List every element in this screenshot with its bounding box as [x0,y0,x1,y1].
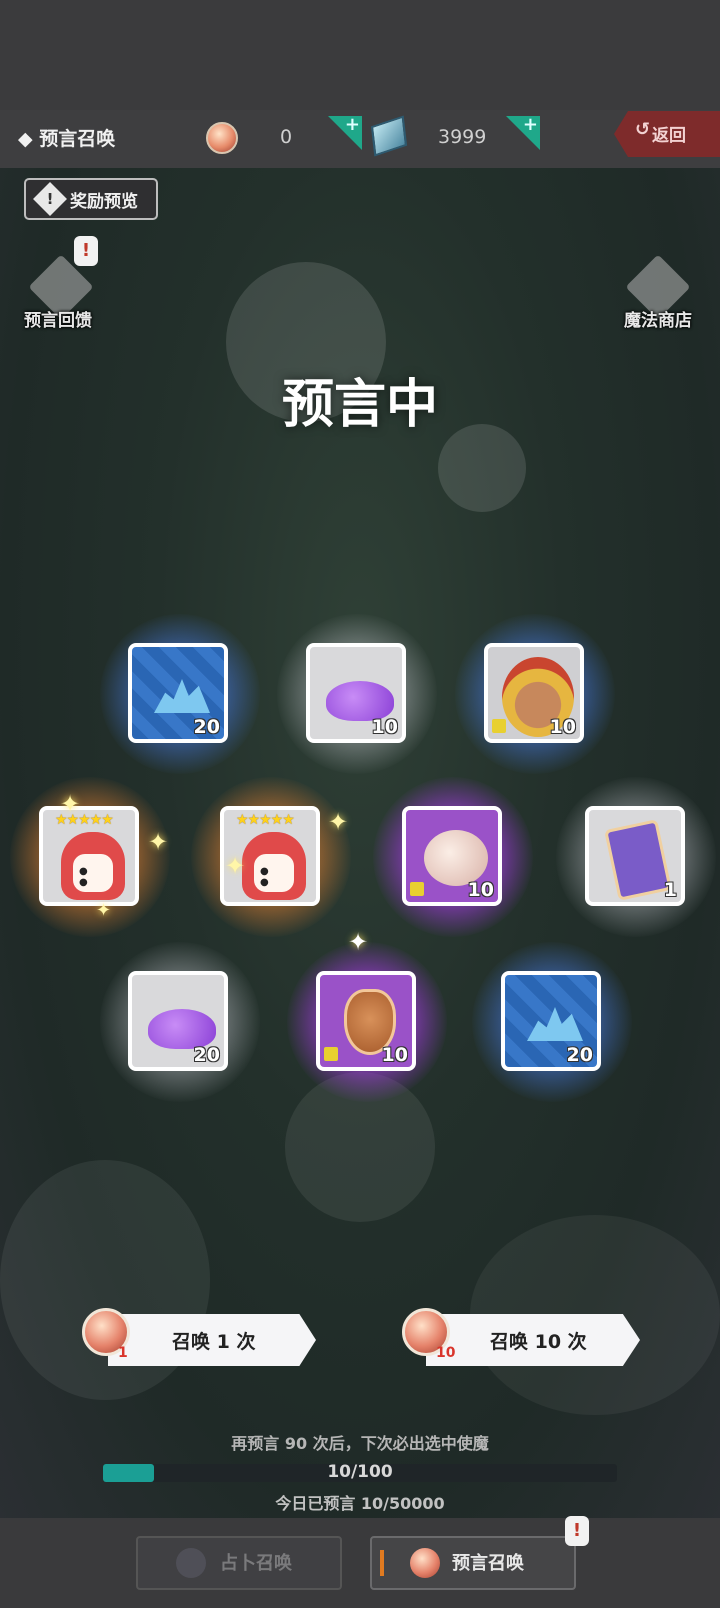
ice-crystal-icon [527,1007,583,1041]
sparkle-icon: ✦ [348,928,369,956]
magic-card-icon [604,819,672,901]
orb-count: 0 [280,126,293,148]
item-count: 10 [549,716,576,738]
tab-alert-badge: ! [565,1516,589,1546]
alert-diamond-icon: ! [33,182,67,216]
item-count: 20 [193,716,220,738]
character-portrait-icon: ● ● [61,832,125,900]
item-count: 10 [371,716,398,738]
reward-item-crystal[interactable]: 20 [501,971,601,1071]
active-tab-marker [380,1550,384,1576]
character-portrait-icon: ● ● [242,832,306,900]
divination-orb-icon [176,1548,206,1578]
status-title: 预言中 [281,375,438,435]
reward-item-character[interactable]: ● ● ★★★★★ [39,806,139,906]
pity-progress-text: 10/100 [327,1462,393,1482]
feedback-alert-badge: ! [74,236,98,266]
reward-item-dust[interactable]: 20 [128,971,228,1071]
reward-item-crystal[interactable]: 20 [128,643,228,743]
reward-item-hero[interactable]: 10 [484,643,584,743]
crystal-orb-icon [206,122,238,154]
summon-once-cost: 1 [118,1345,128,1361]
reward-item-egg[interactable]: 10 [402,806,502,906]
summon-once-label: 召唤 1 次 [172,1331,256,1353]
bottom-nav [0,1518,720,1608]
shard-badge-icon [324,1047,338,1061]
item-count: 1 [663,879,677,901]
sparkle-icon: ✦ [96,900,112,921]
back-label: 返回 [652,126,686,146]
mystery-slot-ghost [438,424,526,512]
feedback-label[interactable]: 预言回馈 [24,306,92,331]
reward-item-dust[interactable]: 10 [306,643,406,743]
daily-count: 今日已预言 10/50000 [275,1494,445,1513]
summon-ten-label: 召唤 10 次 [490,1331,587,1353]
shard-badge-icon [410,882,424,896]
ice-crystal-icon [154,679,210,713]
prophecy-orb-icon [410,1548,440,1578]
sparkle-icon: ✦ [60,790,81,818]
item-count: 20 [566,1044,593,1066]
sparkle-icon: ✦ [225,852,246,880]
page-title: ◆ 预言召唤 [18,128,116,150]
summon-ten-cost: 10 [436,1345,456,1361]
purple-dust-icon [326,681,394,721]
reward-preview-label: 奖励预览 [70,192,138,212]
star-rating: ★★★★★ [236,812,295,828]
purple-dust-icon [148,1009,216,1049]
back-arrow-icon: ↺ [635,119,651,140]
shard-badge-icon [492,719,506,733]
item-count: 20 [193,1044,220,1066]
egg-icon [424,830,488,886]
sparkle-icon: ✦ [328,808,349,836]
gem-count: 3999 [438,126,487,148]
pity-hint: 再预言 90 次后，下次必出选中使魔 [231,1434,489,1453]
top-strip [0,0,720,110]
sparkle-icon: ✦ [148,828,169,856]
tab-divination-label: 占卜召唤 [220,1553,292,1574]
tab-prophecy-label: 预言召唤 [452,1553,524,1574]
item-count: 10 [467,879,494,901]
magic-shop-label[interactable]: 魔法商店 [624,306,692,331]
reward-item-shield[interactable]: 10 [316,971,416,1071]
reward-item-card[interactable]: 1 [585,806,685,906]
item-count: 10 [381,1044,408,1066]
